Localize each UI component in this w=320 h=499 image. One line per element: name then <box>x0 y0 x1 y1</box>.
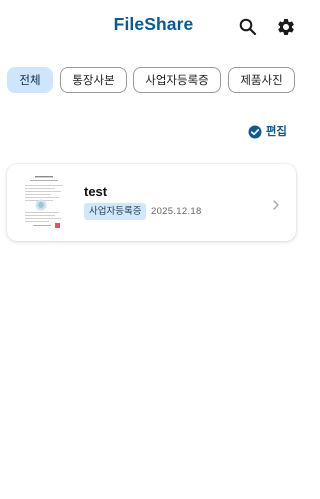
document-date: 2025.12.18 <box>151 206 202 217</box>
document-category-tag: 사업자등록증 <box>84 203 147 220</box>
check-circle-icon <box>248 124 262 139</box>
filter-chip-product-photo[interactable]: 제품사진 <box>228 67 295 93</box>
edit-button[interactable]: 편집 <box>248 123 287 139</box>
document-card[interactable]: test 사업자등록증 2025.12.18 <box>7 164 296 241</box>
filter-chip-bankbook[interactable]: 통장사본 <box>60 67 127 93</box>
document-thumbnail <box>21 174 67 230</box>
gear-icon[interactable] <box>276 17 296 37</box>
file-share-screen: FileShare 전체 통장사본 사업자등록증 제품사진 편집 test 사업… <box>0 0 307 499</box>
filter-chip-all[interactable]: 전체 <box>7 67 53 93</box>
chevron-right-icon <box>272 196 280 215</box>
app-title: FileShare <box>113 14 194 34</box>
edit-label: 편집 <box>265 124 287 138</box>
search-icon[interactable] <box>238 17 258 37</box>
filter-chip-business-registration[interactable]: 사업자등록증 <box>133 67 221 93</box>
document-title: test <box>84 184 108 199</box>
